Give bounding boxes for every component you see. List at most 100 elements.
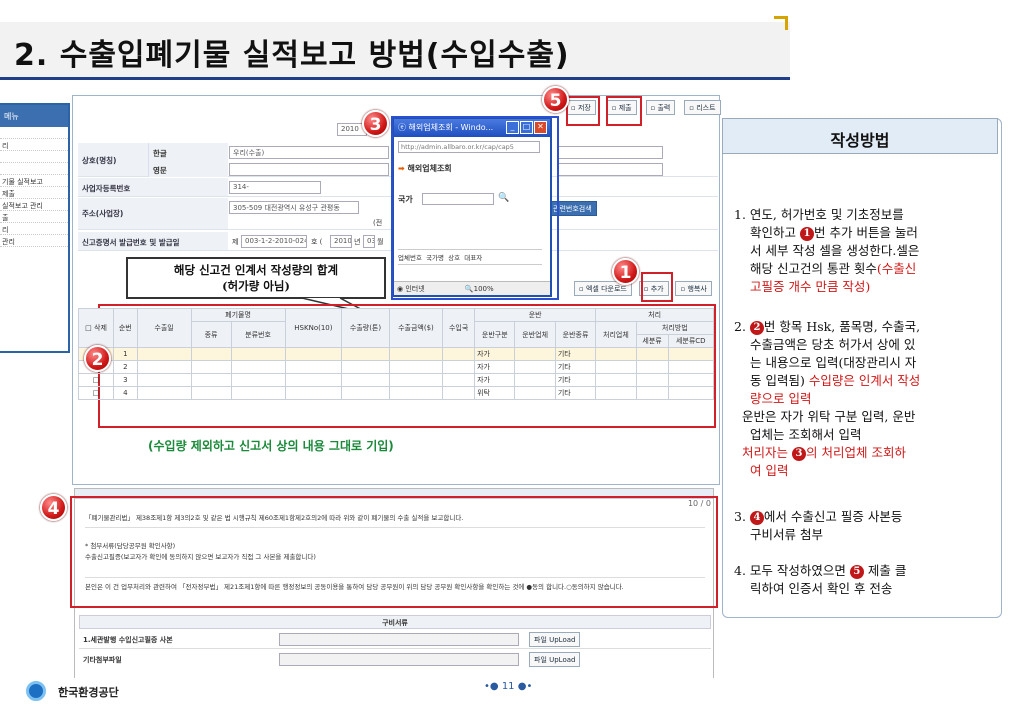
menu-item[interactable] [0, 163, 68, 175]
required-docs-header: 구비서류 [79, 615, 711, 629]
col-treat-company: 처리업체 [595, 321, 637, 348]
tel-label: (전 [373, 219, 383, 227]
step2-line7: 업체는 조회해서 입력 [750, 427, 862, 442]
col-treat-method: 처리방법 [635, 321, 715, 335]
step1-line2a: 확인하고 [750, 225, 797, 240]
address-input[interactable]: 305-509 대전광역시 유성구 관평동 [229, 201, 359, 214]
callout-line1: 해당 신고건 인계서 작성량의 합계 [173, 263, 339, 277]
col-waste-name: 폐기물명 [190, 308, 286, 322]
highlight-box-1 [641, 272, 673, 302]
step-4: 4. 모두 작성하였으면 5 제출 클 릭하여 인증서 확인 후 전송 [734, 562, 996, 598]
row-transport[interactable]: 자가 [474, 373, 516, 387]
kor-name-input[interactable]: 우리(수출) [229, 146, 389, 159]
biz-number-input[interactable]: 314- [229, 181, 321, 194]
page-number: •● 11 ●• [484, 681, 533, 692]
col-seq: 순번 [113, 308, 138, 348]
col-delete-label: 삭제 [94, 324, 107, 332]
callout-line2: (허가량 아님) [222, 279, 290, 293]
menu-item[interactable]: 리 [0, 139, 68, 151]
step1-line5: 고필증 개수 만큼 작성) [750, 279, 871, 294]
step1-line4b: (수출신 [876, 261, 917, 276]
upload-button-1[interactable]: 파일 UpLoad [529, 632, 581, 647]
left-menu: 메뉴 리 기물 실적보고 제출 실적보고 관리 출 리 관리 [0, 103, 70, 353]
menu-item[interactable]: 출 [0, 211, 68, 223]
step3-line1: 에서 수출신고 필증 사본등 [763, 509, 903, 524]
col-import-country: 수입국 [442, 308, 476, 348]
table-row[interactable]: □ 3 자가 기타 [77, 373, 714, 387]
kor-label: 한글 [148, 143, 228, 160]
step-badge-5: 5 [542, 86, 569, 113]
step2-line2: 수출금액은 당초 허가서 상에 있 [750, 337, 916, 352]
biz-label: 사업자등록번호 [78, 178, 228, 196]
instruction-header: 작성방법 [722, 118, 998, 154]
row-checkbox[interactable]: □ [77, 386, 115, 400]
menu-item[interactable] [0, 127, 68, 139]
page-title: 2. 수출입폐기물 실적보고 방법(수입수출) [14, 38, 570, 73]
table-row[interactable]: □2 자가기타 [77, 360, 714, 374]
export-detail-grid: □ 삭제 순번 수출일 폐기물명 HSKNo(10) 수출량(톤) 수출금액($… [77, 308, 715, 400]
row-seq: 4 [113, 386, 138, 400]
col-transport-company: 운반업체 [514, 321, 556, 348]
inline-badge-3: 3 [792, 446, 806, 461]
col-export-qty: 수출량(톤) [341, 308, 390, 348]
step1-line1: 1. 연도, 허가번호 및 기초정보를 [734, 207, 904, 222]
list-label: 리스트 [696, 104, 716, 112]
step1-line3: 서 세부 작성 셀을 생성한다.셀은 [750, 243, 920, 258]
popup-highlight [391, 116, 559, 300]
col-waste-type: 종류 [190, 321, 232, 348]
inline-badge-2: 2 [749, 320, 764, 335]
col-transport-type: 운반구분 [474, 321, 516, 348]
kor-name-input-extra[interactable] [558, 146, 663, 159]
cert-prefix: 제 [232, 238, 239, 246]
table-row[interactable]: □ 4 위탁 기타 [77, 386, 714, 400]
step4-line1a: 4. 모두 작성하였으면 [734, 563, 846, 578]
eng-name-input-extra[interactable] [558, 163, 663, 176]
row-kind[interactable]: 기타 [554, 373, 597, 387]
cert-month-input[interactable]: 03 [363, 235, 375, 248]
cert-year-unit: 년 [354, 238, 361, 246]
col-export-date: 수출일 [136, 308, 192, 348]
menu-item[interactable]: 리 [0, 223, 68, 235]
step4-line2: 릭하여 인증서 확인 후 전송 [750, 581, 893, 596]
menu-item[interactable]: 실적보고 관리 [0, 199, 68, 211]
copy-row-label: 행복사 [687, 285, 707, 293]
list-button[interactable]: ▫ 리스트 [684, 100, 721, 115]
menu-item[interactable] [0, 151, 68, 163]
row-checkbox[interactable]: □ [77, 373, 115, 387]
row-transport[interactable]: 위탁 [474, 386, 516, 400]
instruction-note: (수입량 제외하고 신고서 상의 내용 그대로 기입) [148, 439, 394, 453]
req-file-input-1[interactable] [279, 633, 519, 646]
eng-name-input[interactable] [229, 163, 389, 176]
row-transport[interactable]: 자가 [474, 347, 516, 361]
row-transport[interactable]: 자가 [474, 360, 516, 374]
step2-line4b: 수입량은 인계서 작성 [808, 373, 921, 388]
step-badge-3: 3 [362, 110, 389, 137]
step2-line5: 량으로 입력 [750, 391, 812, 406]
eng-label: 영문 [148, 160, 228, 177]
step2-line8a: 처리자는 [742, 445, 789, 460]
step-2: 2. 2번 항목 Hsk, 품목명, 수출국, 수출금액은 당초 허가서 상에 … [734, 318, 996, 480]
upload-button-2[interactable]: 파일 UpLoad [529, 652, 581, 667]
req-file-input-2[interactable] [279, 653, 519, 666]
menu-item[interactable]: 기물 실적보고 [0, 175, 68, 187]
menu-item[interactable]: 관리 [0, 235, 68, 247]
name-label: 상호(명칭) [78, 143, 148, 176]
copy-row-button[interactable]: ▫ 행복사 [675, 281, 712, 296]
excel-download-label: 엑셀 다운로드 [585, 285, 627, 293]
row-seq: 2 [113, 360, 138, 374]
row-kind[interactable]: 기타 [554, 360, 597, 374]
print-button[interactable]: ▫ 출력 [645, 100, 676, 115]
menu-header: 메뉴 [0, 105, 68, 127]
highlight-box-5a [566, 96, 600, 126]
menu-item[interactable]: 제출 [0, 187, 68, 199]
col-transport: 운반 [474, 308, 597, 322]
row-seq: 3 [113, 373, 138, 387]
cert-year-input[interactable]: 2010 [330, 235, 352, 248]
table-row[interactable]: □1 자가기타 [77, 347, 714, 361]
row-kind[interactable]: 기타 [554, 347, 597, 361]
step-3: 3. 4 에서 수출신고 필증 사본등 구비서류 첨부 [734, 508, 996, 544]
cert-number-input[interactable]: 003-1-2-2010-024 [241, 235, 307, 248]
step2-line8b: 의 처리업체 조회하 [806, 445, 906, 460]
col-export-amount: 수출금액($) [388, 308, 444, 348]
row-kind[interactable]: 기타 [554, 386, 597, 400]
